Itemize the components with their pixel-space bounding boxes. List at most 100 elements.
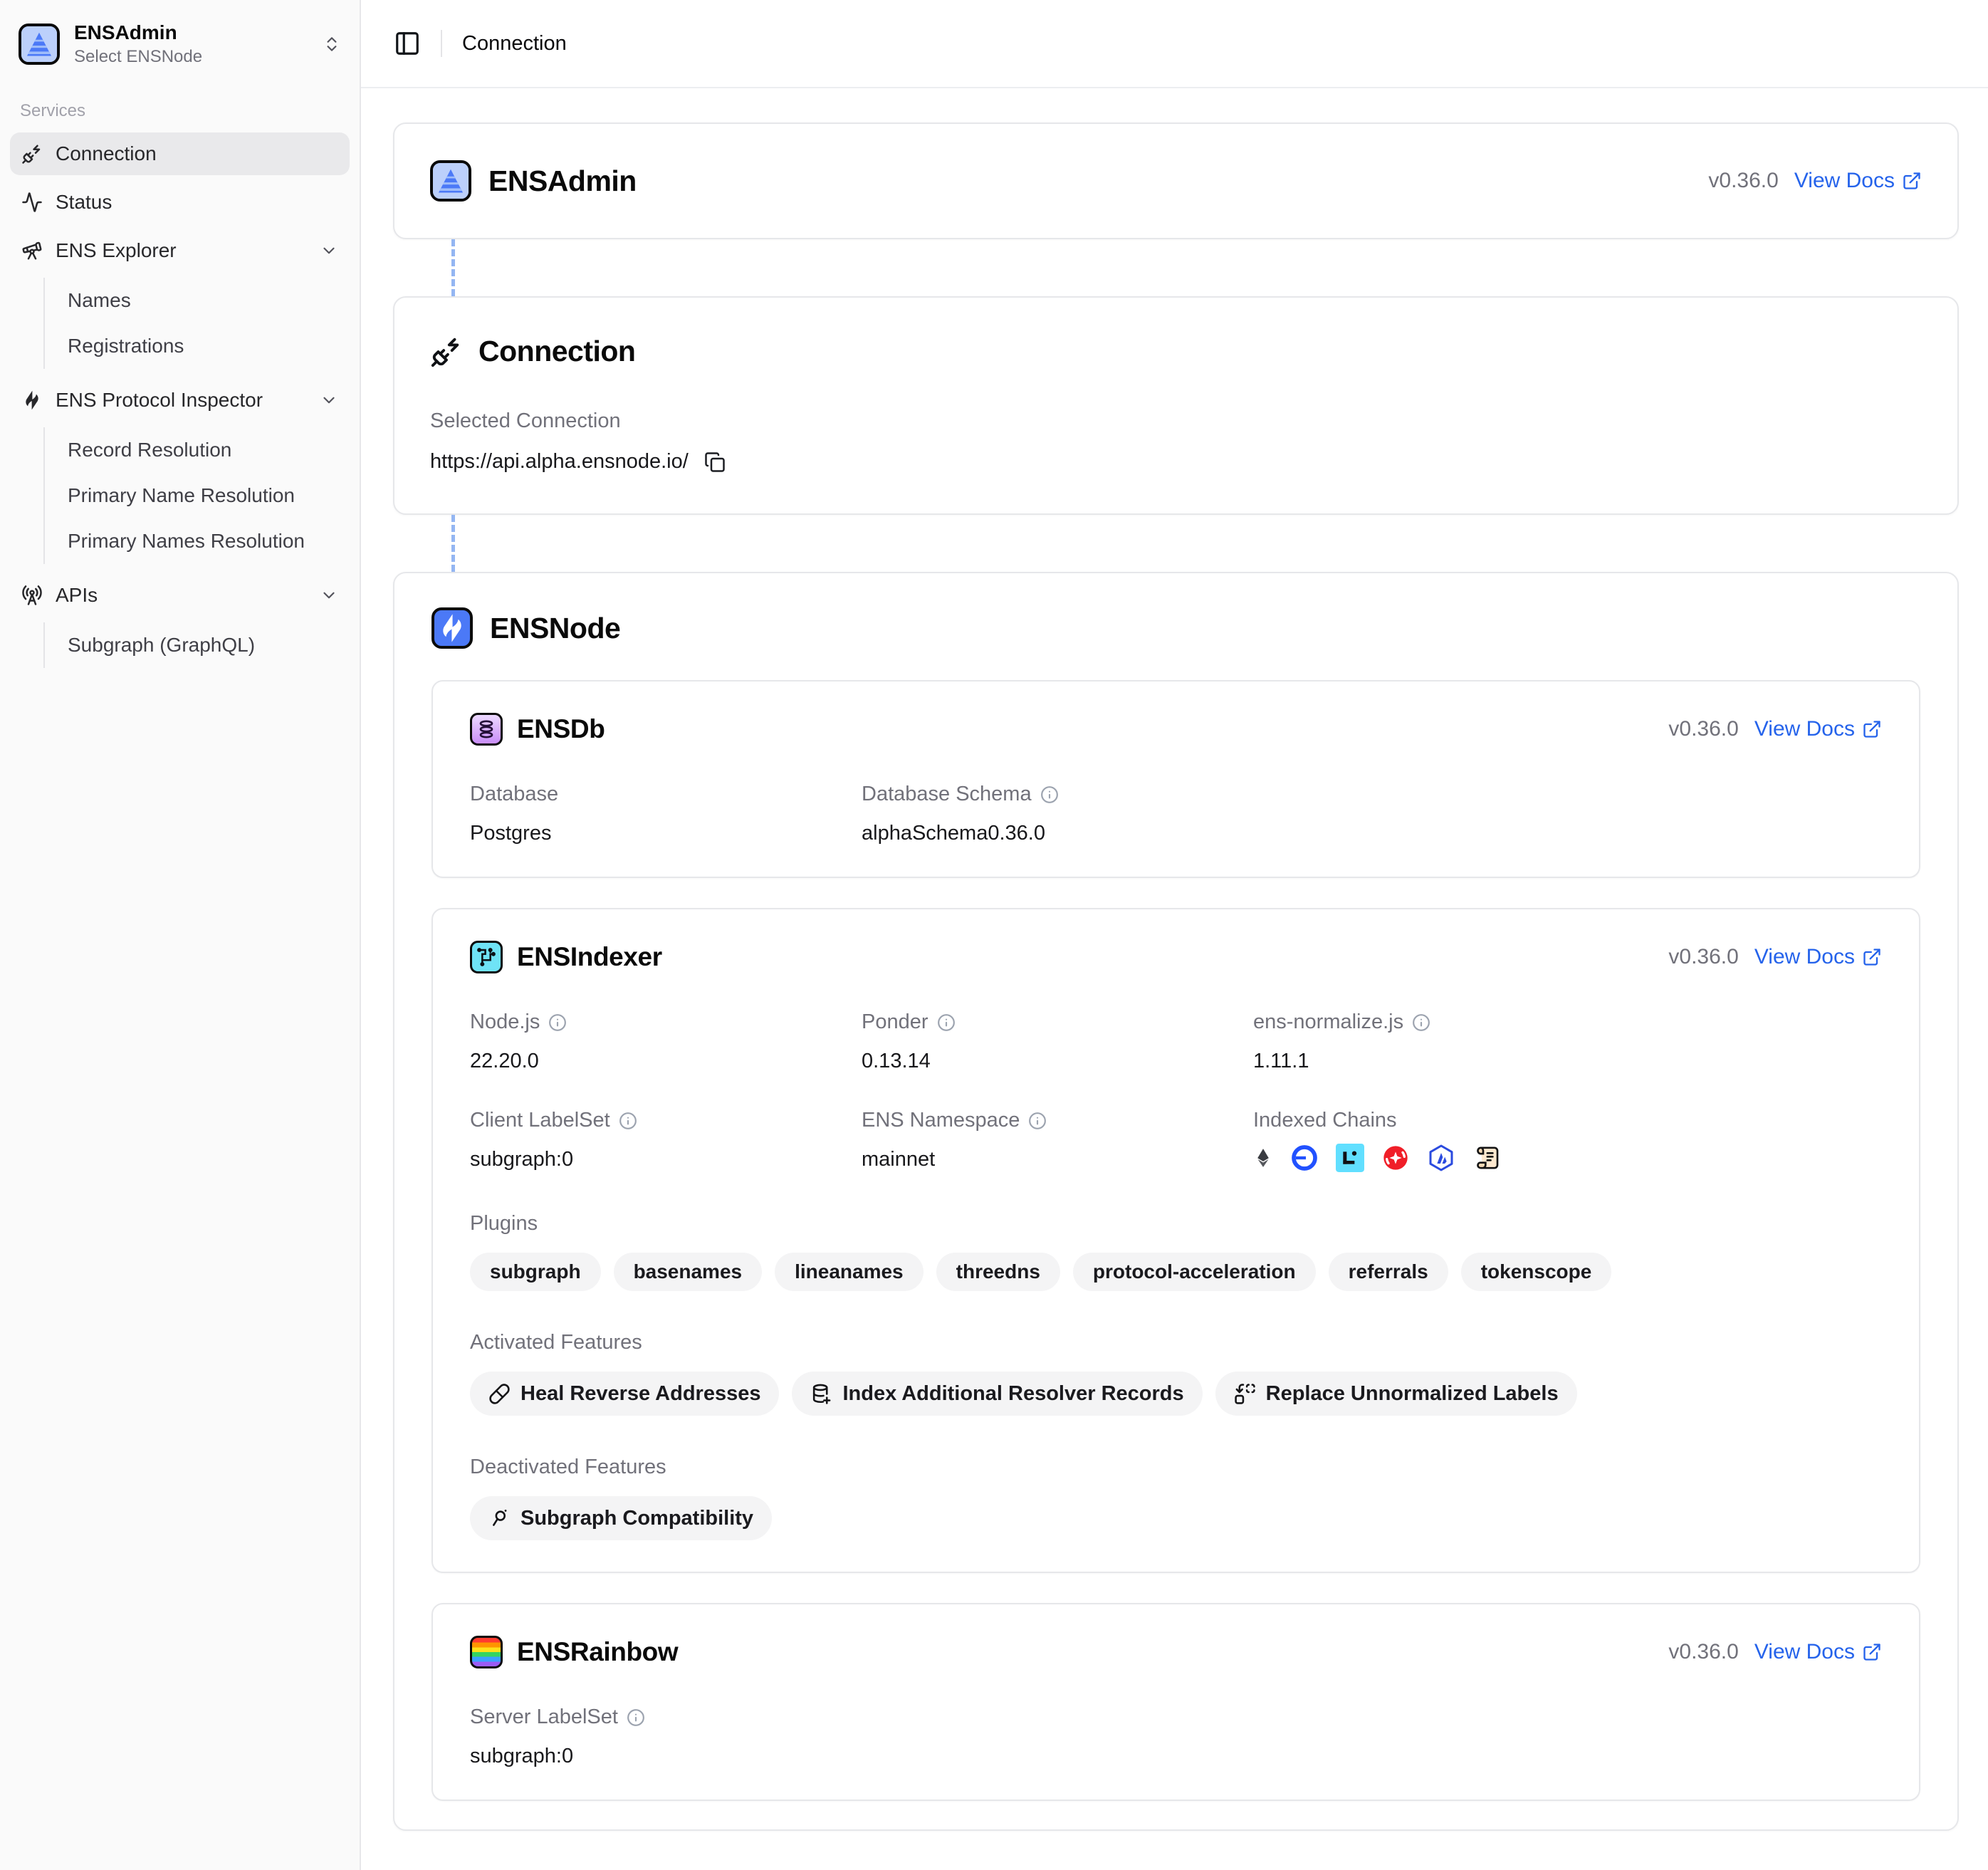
apis-children: Subgraph (GraphQL) bbox=[43, 622, 350, 668]
app-root: ENSAdmin Select ENSNode Services Connect… bbox=[0, 0, 1988, 1870]
indexed-chains-row bbox=[1253, 1144, 1882, 1172]
sidebar-section-services: Services bbox=[20, 101, 340, 121]
info-icon[interactable] bbox=[1028, 1112, 1047, 1130]
view-docs-link[interactable]: View Docs bbox=[1754, 717, 1882, 741]
sidebar-item-label: Primary Names Resolution bbox=[68, 530, 305, 553]
view-docs-label: View Docs bbox=[1794, 169, 1895, 193]
sidebar-item-record-resolution[interactable]: Record Resolution bbox=[45, 427, 350, 473]
field-value: subgraph:0 bbox=[470, 1148, 862, 1171]
plugins-label: Plugins bbox=[470, 1212, 1882, 1236]
threedns-chain-icon[interactable] bbox=[1381, 1144, 1410, 1172]
selected-connection-label: Selected Connection bbox=[430, 409, 1922, 433]
view-docs-link[interactable]: View Docs bbox=[1754, 1640, 1882, 1664]
feature-pill-heal-reverse-addresses: Heal Reverse Addresses bbox=[470, 1372, 779, 1416]
field-value: Postgres bbox=[470, 822, 862, 845]
sidebar-item-primary-names-resolution[interactable]: Primary Names Resolution bbox=[45, 518, 350, 564]
connection-card-title: Connection bbox=[478, 335, 635, 368]
ensnode-header: ENSNode bbox=[431, 607, 1920, 649]
plugin-pill: lineanames bbox=[775, 1253, 924, 1291]
activated-features-label: Activated Features bbox=[470, 1331, 1882, 1354]
ensadmin-card-header: ENSAdmin bbox=[430, 160, 637, 202]
content: ENSAdmin v0.36.0 View Docs Connection S bbox=[361, 88, 1988, 1859]
field-value: mainnet bbox=[862, 1148, 1253, 1171]
field-server-labelset: Server LabelSet subgraph:0 bbox=[470, 1706, 862, 1768]
pill-capsule-icon bbox=[488, 1383, 511, 1405]
version-badge: v0.36.0 bbox=[1668, 1640, 1738, 1664]
copy-icon[interactable] bbox=[704, 451, 726, 473]
sidebar-item-label: Names bbox=[68, 289, 131, 312]
ens-explorer-children: Names Registrations bbox=[43, 278, 350, 369]
feature-label: Heal Reverse Addresses bbox=[520, 1382, 760, 1406]
view-docs-link[interactable]: View Docs bbox=[1754, 945, 1882, 969]
sidebar-item-connection[interactable]: Connection bbox=[10, 132, 350, 175]
arbitrum-chain-icon[interactable] bbox=[1427, 1144, 1455, 1172]
sidebar-item-label: Primary Name Resolution bbox=[68, 484, 295, 507]
version-badge: v0.36.0 bbox=[1668, 717, 1738, 741]
info-icon[interactable] bbox=[619, 1112, 637, 1130]
ensdb-meta: v0.36.0 View Docs bbox=[1668, 717, 1882, 741]
ensrainbow-card: ENSRainbow v0.36.0 View Docs bbox=[431, 1603, 1920, 1801]
view-docs-label: View Docs bbox=[1754, 945, 1855, 969]
field-ponder: Ponder 0.13.14 bbox=[862, 1010, 1253, 1073]
ensrainbow-logo bbox=[470, 1636, 503, 1668]
ensdb-header-left: ENSDb bbox=[470, 713, 605, 746]
plugin-pill: tokenscope bbox=[1461, 1253, 1612, 1291]
ensdb-title: ENSDb bbox=[517, 714, 605, 744]
feature-pill-replace-unnormalized-labels: Replace Unnormalized Labels bbox=[1215, 1372, 1577, 1416]
field-label: Database Schema bbox=[862, 783, 1032, 806]
scroll-chain-icon[interactable] bbox=[1472, 1144, 1501, 1172]
plugin-pill: basenames bbox=[614, 1253, 763, 1291]
sidebar-item-ens-protocol-inspector[interactable]: ENS Protocol Inspector bbox=[10, 379, 350, 422]
feature-pill-index-additional-resolver-records: Index Additional Resolver Records bbox=[792, 1372, 1202, 1416]
ensnode-selector[interactable]: ENSAdmin Select ENSNode bbox=[10, 11, 350, 77]
sidebar-item-subgraph-graphql[interactable]: Subgraph (GraphQL) bbox=[45, 622, 350, 668]
sidebar-item-names[interactable]: Names bbox=[45, 278, 350, 323]
ensrainbow-header-left: ENSRainbow bbox=[470, 1636, 678, 1668]
ensindexer-title: ENSIndexer bbox=[517, 942, 662, 972]
sidebar-item-primary-name-resolution[interactable]: Primary Name Resolution bbox=[45, 473, 350, 518]
ensnode-title: ENSNode bbox=[490, 612, 620, 645]
field-label: Database bbox=[470, 783, 558, 806]
feature-pill-subgraph-compatibility: Subgraph Compatibility bbox=[470, 1496, 772, 1540]
external-link-icon bbox=[1902, 171, 1922, 191]
sidebar: ENSAdmin Select ENSNode Services Connect… bbox=[0, 0, 361, 1870]
protocol-inspector-children: Record Resolution Primary Name Resolutio… bbox=[43, 427, 350, 564]
sidebar-item-label: ENS Protocol Inspector bbox=[56, 389, 307, 412]
field-label: Indexed Chains bbox=[1253, 1109, 1397, 1132]
sidebar-item-registrations[interactable]: Registrations bbox=[45, 323, 350, 369]
field-label: ens-normalize.js bbox=[1253, 1010, 1403, 1034]
sidebar-item-apis[interactable]: APIs bbox=[10, 574, 350, 617]
ens-mark-icon bbox=[21, 390, 43, 411]
ensadmin-card: ENSAdmin v0.36.0 View Docs bbox=[393, 122, 1959, 239]
version-badge: v0.36.0 bbox=[1708, 169, 1778, 193]
plug-zap-icon bbox=[430, 335, 463, 368]
sidebar-item-status[interactable]: Status bbox=[10, 181, 350, 224]
ensrainbow-fields: Server LabelSet subgraph:0 bbox=[470, 1706, 1882, 1768]
ensdb-logo bbox=[470, 713, 503, 746]
field-ens-namespace: ENS Namespace mainnet bbox=[862, 1109, 1253, 1172]
sidebar-item-ens-explorer[interactable]: ENS Explorer bbox=[10, 229, 350, 272]
chevron-down-icon bbox=[320, 241, 338, 260]
sidebar-toggle-icon[interactable] bbox=[394, 30, 421, 57]
info-icon[interactable] bbox=[548, 1013, 567, 1032]
replace-icon bbox=[1234, 1383, 1256, 1405]
ethereum-chain-icon[interactable] bbox=[1253, 1144, 1273, 1172]
info-icon[interactable] bbox=[937, 1013, 956, 1032]
feature-label: Index Additional Resolver Records bbox=[842, 1382, 1183, 1406]
activity-icon bbox=[21, 192, 43, 213]
base-chain-icon[interactable] bbox=[1290, 1144, 1319, 1172]
sidebar-item-label: APIs bbox=[56, 584, 307, 607]
info-icon[interactable] bbox=[627, 1708, 645, 1727]
ensindexer-fields: Node.js 22.20.0 Ponder 0.13.14 bbox=[470, 1010, 1882, 1172]
linea-chain-icon[interactable] bbox=[1336, 1144, 1364, 1172]
field-ens-normalize: ens-normalize.js 1.11.1 bbox=[1253, 1010, 1882, 1073]
info-icon[interactable] bbox=[1412, 1013, 1430, 1032]
ensrainbow-title: ENSRainbow bbox=[517, 1637, 678, 1667]
plugins-row: subgraph basenames lineanames threedns p… bbox=[470, 1253, 1882, 1291]
view-docs-link[interactable]: View Docs bbox=[1794, 169, 1922, 193]
ensrainbow-meta: v0.36.0 View Docs bbox=[1668, 1640, 1882, 1664]
field-label: Ponder bbox=[862, 1010, 928, 1034]
info-icon[interactable] bbox=[1040, 785, 1059, 804]
deactivated-features-label: Deactivated Features bbox=[470, 1456, 1882, 1479]
connector-dashed-line bbox=[451, 515, 455, 572]
